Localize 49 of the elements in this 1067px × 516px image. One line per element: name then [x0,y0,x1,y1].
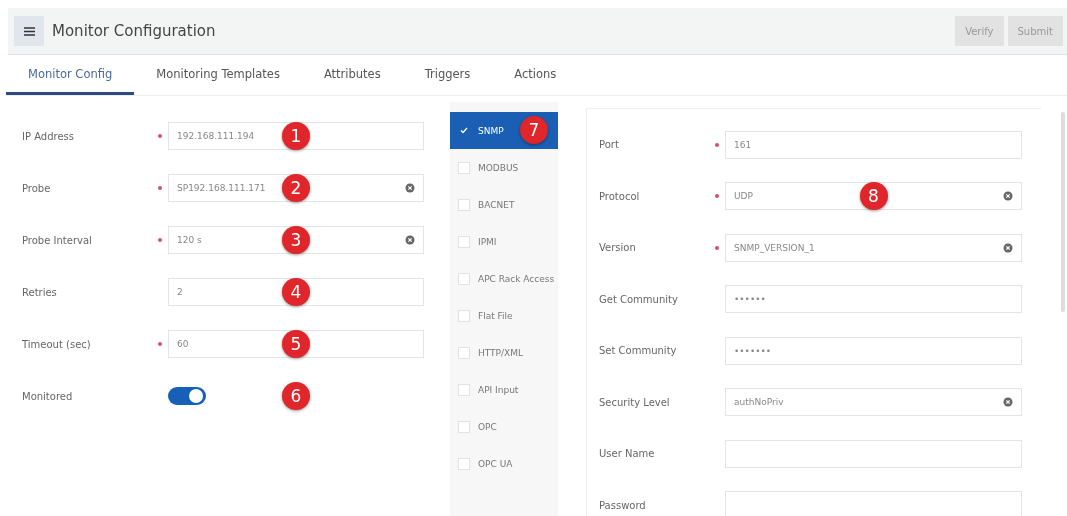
field-label: Security Level [599,396,671,408]
field-label: Set Community [599,345,678,357]
field-label: User Name [599,448,656,460]
menu-icon [23,26,35,36]
protocol-item[interactable]: SNMP 7 [450,112,558,149]
check-icon [460,127,468,134]
number-badge: 6 [282,382,310,410]
tab[interactable]: Monitoring Templates [134,55,302,95]
clear-icon[interactable] [1003,397,1013,408]
field-label: Protocol [599,190,641,202]
tab[interactable]: Triggers [402,55,493,95]
protocol-item[interactable]: HTTP/XML [450,334,558,371]
protocol-item[interactable]: APC Rack Access [450,260,558,297]
field-label: Port [599,139,620,151]
input-field[interactable]: ••••••• [725,336,1022,365]
input-field[interactable] [725,439,1022,468]
clear-icon[interactable] [1003,242,1013,253]
field-label: Version [599,242,637,254]
clear-icon[interactable] [1003,191,1013,202]
page-title: Monitor Configuration [52,22,217,40]
menu-button[interactable] [14,16,44,46]
field-label: Monitored [22,390,74,402]
protocol-item[interactable]: Flat File [450,297,558,334]
protocol-item[interactable]: BACNET [450,186,558,223]
tab[interactable]: Attributes [301,55,403,95]
field-label: Probe Interval [22,234,93,246]
toggle-switch[interactable] [168,387,206,405]
tab[interactable]: Actions [492,55,579,95]
protocol-item[interactable]: OPC UA [450,445,558,482]
tab[interactable]: Monitor Config [6,55,135,95]
select-field[interactable]: authNoPriv [725,388,1022,417]
input-field[interactable]: •••••• [725,285,1022,314]
field-label: Timeout (sec) [22,338,92,350]
field-label: Retries [22,286,58,298]
protocol-item[interactable]: IPMI [450,223,558,260]
number-badge: 7 [520,116,548,144]
clear-icon[interactable] [405,183,415,193]
field-label: IP Address [22,130,75,142]
select-field[interactable]: SNMP_VERSION_1 [725,233,1022,262]
clear-icon[interactable] [405,235,415,245]
scrollbar[interactable] [1061,112,1065,312]
input-field[interactable] [725,491,1022,516]
protocol-item[interactable]: OPC [450,408,558,445]
input-field[interactable]: 161 [725,130,1022,159]
protocol-item[interactable]: API Input [450,371,558,408]
field-label: Password [599,499,647,511]
field-label: Probe [22,182,52,194]
field-label: Get Community [599,293,679,305]
protocol-item[interactable]: MODBUS [450,149,558,186]
